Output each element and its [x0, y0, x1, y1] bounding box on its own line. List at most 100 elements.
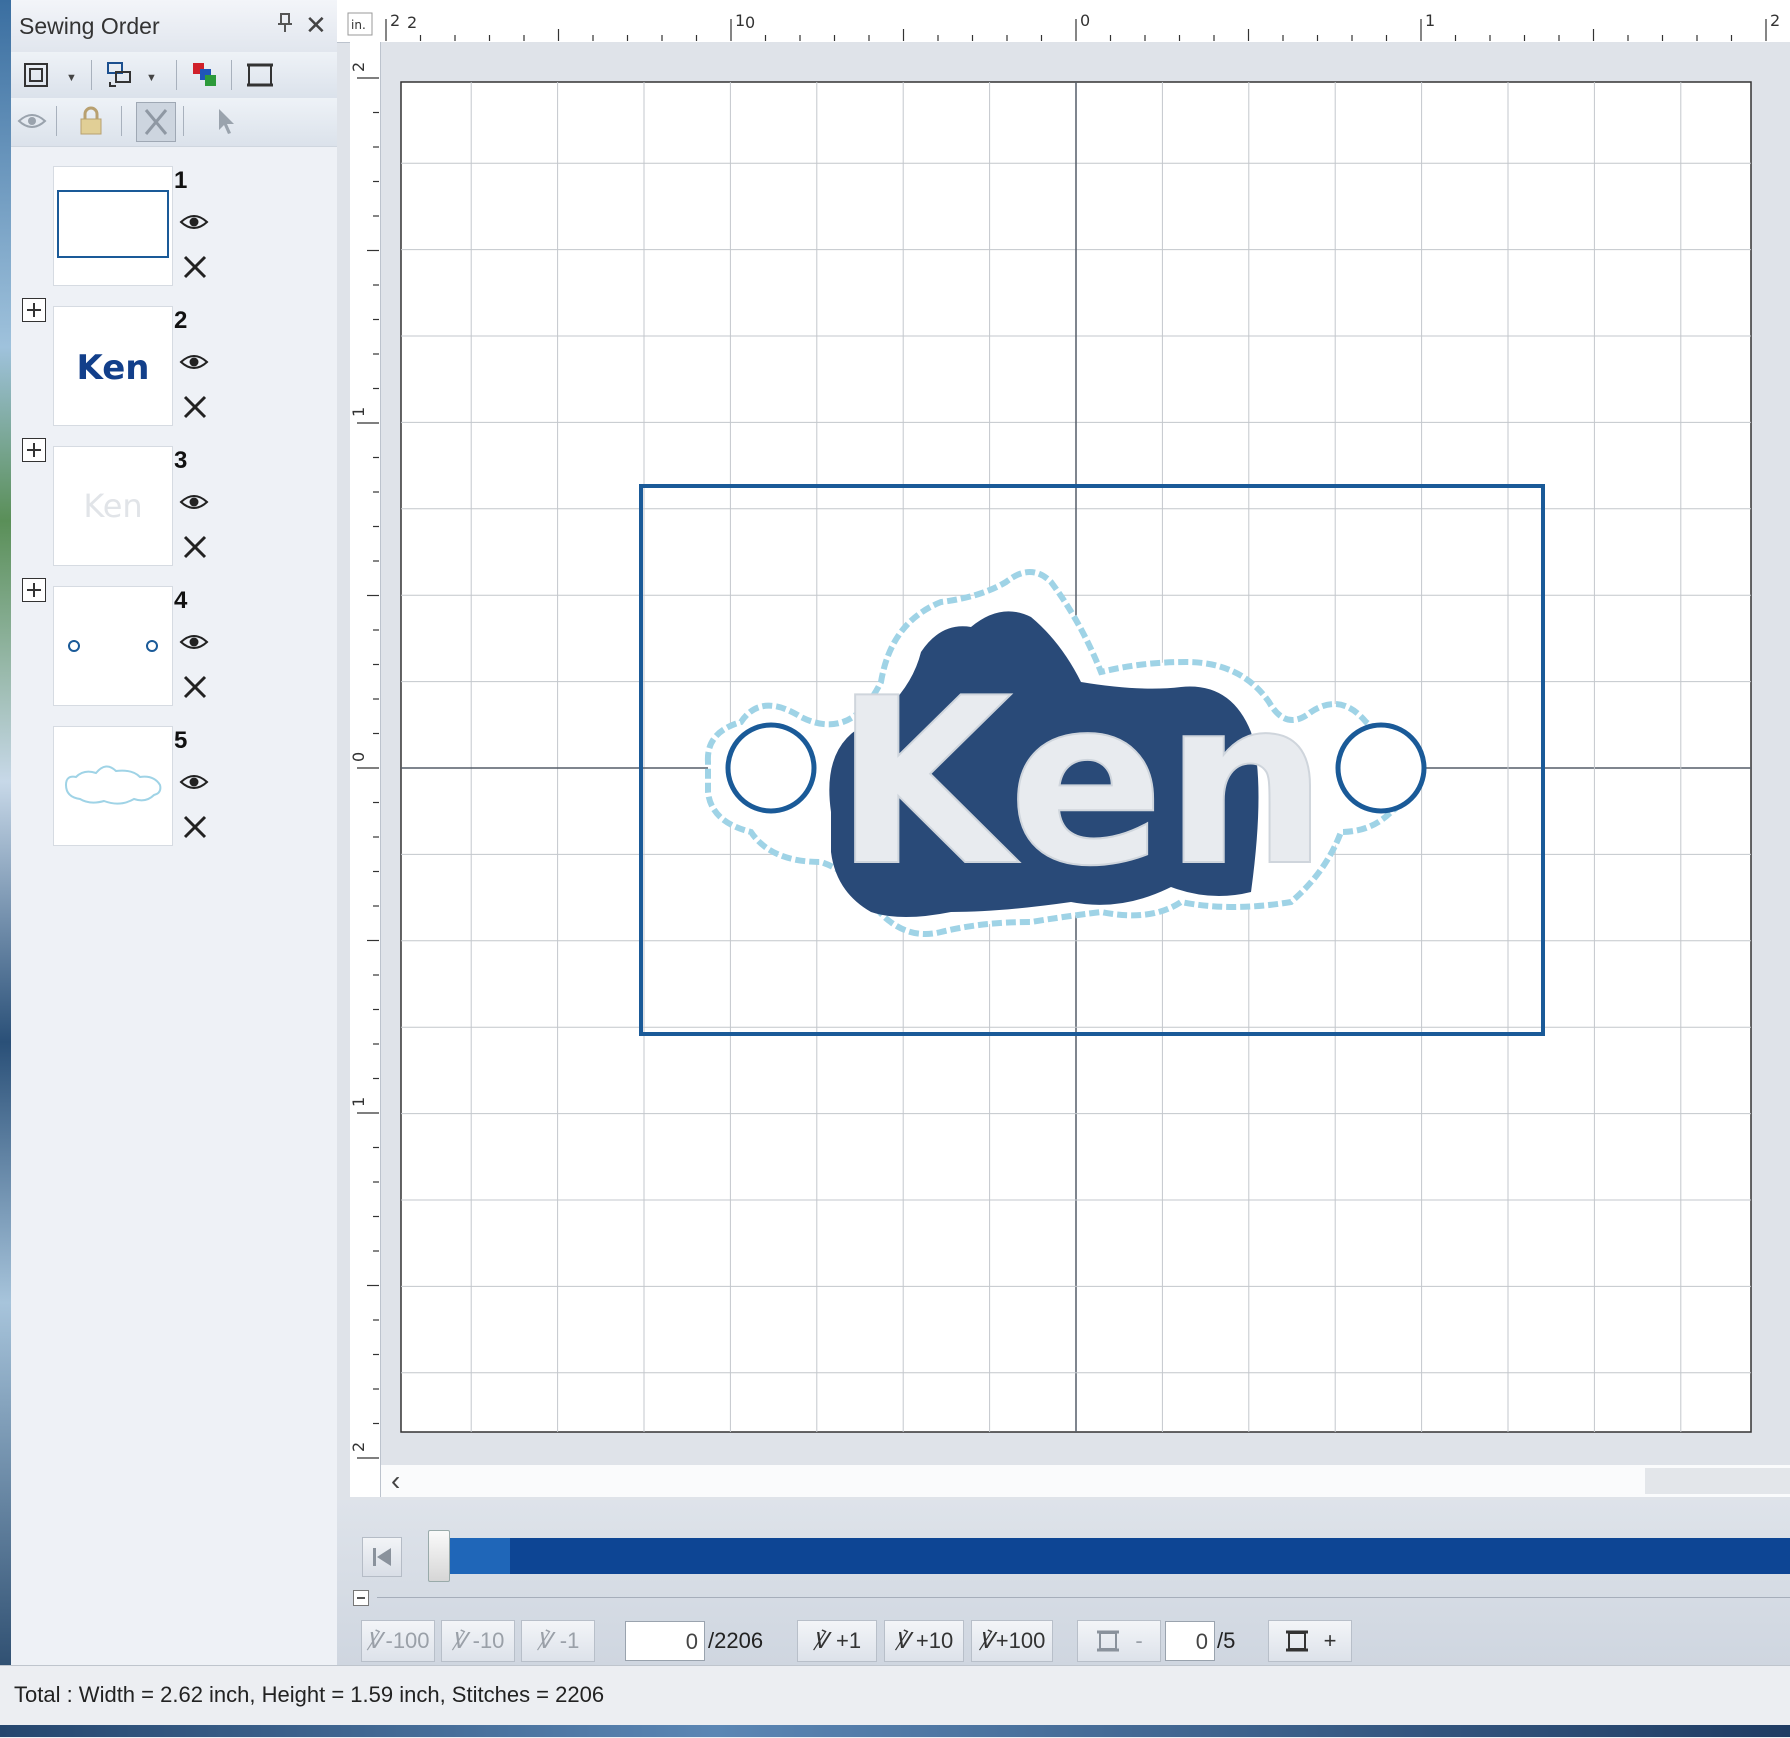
eye-icon[interactable]: [179, 492, 209, 517]
spool-icon: [1285, 1630, 1308, 1652]
button-label: -1: [559, 1628, 580, 1653]
ruler-label: 1: [350, 407, 368, 417]
spool-icon: [1097, 1630, 1120, 1652]
pin-icon[interactable]: [276, 13, 294, 39]
forward-1-button[interactable]: ℣ +1: [797, 1620, 877, 1662]
scissors-icon[interactable]: [182, 534, 208, 565]
panel-title: Sewing Order: [19, 13, 160, 39]
expand-button[interactable]: [22, 578, 46, 602]
expand-button[interactable]: [22, 298, 46, 322]
color-blocks-icon: [193, 63, 216, 86]
button-label: +: [1323, 1628, 1337, 1653]
ruler-label: 0: [1080, 11, 1090, 30]
cursor-arrow-icon: [219, 109, 234, 134]
button-label: +10: [915, 1628, 954, 1653]
back-100-button[interactable]: ℣ -100: [361, 1620, 435, 1662]
sort-objects-icon: [107, 62, 131, 87]
back-10-button[interactable]: ℣ -10: [441, 1620, 515, 1662]
color-total: /5: [1217, 1628, 1236, 1653]
button-label: -100: [385, 1628, 430, 1653]
frame-button[interactable]: [243, 58, 277, 92]
scissors-icon[interactable]: [182, 254, 208, 285]
sort-button[interactable]: [103, 58, 137, 92]
scissors-icon[interactable]: [182, 394, 208, 425]
next-color-button[interactable]: +: [1268, 1620, 1352, 1662]
jump-stitch-button[interactable]: [136, 102, 176, 142]
lock-icon: [80, 106, 102, 135]
goto-start-button[interactable]: [362, 1537, 402, 1577]
needle-icon: ℣: [451, 1628, 467, 1653]
select-button[interactable]: [209, 104, 243, 138]
chevron-down-icon[interactable]: ▼: [146, 72, 157, 84]
sewing-order-list: 1 Ken 2 Ken 3 4 5: [11, 150, 337, 870]
needle-icon: ℣: [536, 1628, 552, 1653]
taskbar-strip: [0, 1725, 1790, 1737]
color-number-field[interactable]: 0: [1165, 1621, 1215, 1661]
back-1-button[interactable]: ℣ -1: [521, 1620, 595, 1662]
button-label: -: [1135, 1628, 1143, 1653]
horizontal-scrollbar[interactable]: ‹: [381, 1465, 1790, 1497]
ruler-label: 1: [1425, 11, 1435, 30]
forward-10-button[interactable]: ℣ +10: [884, 1620, 964, 1662]
chevron-down-icon[interactable]: ▼: [66, 72, 77, 84]
eye-icon[interactable]: [179, 352, 209, 377]
thumbnail: [53, 586, 173, 706]
item-number: 1: [174, 167, 188, 194]
design-canvas[interactable]: Ken: [381, 42, 1790, 1497]
eye-icon[interactable]: [179, 212, 209, 237]
vertical-ruler: 2 1 0 1 2: [349, 42, 381, 1497]
toolbar-divider: [56, 106, 57, 136]
stitch-number-field[interactable]: 0: [625, 1621, 705, 1661]
show-hide-button[interactable]: [15, 104, 49, 138]
desktop-background-strip: [0, 0, 11, 1737]
forward-100-button[interactable]: ℣ +100: [971, 1620, 1053, 1662]
scroll-left-icon[interactable]: ‹: [391, 1465, 400, 1497]
thumbnail: Ken: [53, 446, 173, 566]
expand-button[interactable]: [22, 438, 46, 462]
needle-icon: ℣: [812, 1628, 828, 1653]
color-sort-button[interactable]: [187, 58, 221, 92]
frame-icon: [247, 63, 273, 87]
list-item[interactable]: 1: [11, 150, 337, 290]
button-label: +1: [835, 1628, 862, 1653]
list-item[interactable]: Ken 2: [11, 290, 337, 430]
design-summary: Total : Width = 2.62 inch, Height = 1.59…: [14, 1682, 605, 1707]
needle-icon: ℣: [978, 1628, 994, 1653]
collapse-button[interactable]: [353, 1590, 369, 1606]
ruler-label: 1: [350, 1097, 368, 1107]
ruler-label: 1: [735, 11, 745, 30]
progress-fill: [445, 1538, 510, 1574]
divider: [377, 1597, 1790, 1598]
eye-icon[interactable]: [179, 632, 209, 657]
ruler-label: 2: [407, 13, 417, 32]
stitch-total: /2206: [708, 1628, 764, 1653]
list-item[interactable]: Ken 3: [11, 430, 337, 570]
ruler-label: 2: [350, 62, 368, 72]
ruler-label: 2: [350, 1442, 368, 1452]
svg-text:Ken: Ken: [76, 348, 149, 388]
horizontal-ruler: in. 21012 0 2: [337, 0, 1790, 43]
ruler-label: 2: [390, 11, 400, 30]
sewing-order-panel: Sewing Order ✕ ▼ ▼ 1 Ken 2 Ken 3 4 5: [11, 0, 338, 1665]
eye-icon[interactable]: [179, 772, 209, 797]
thumbnail: Ken: [53, 306, 173, 426]
list-item[interactable]: 5: [11, 710, 337, 850]
stitch-progress-bar[interactable]: [445, 1538, 1790, 1574]
ruler-label: 0: [745, 13, 755, 32]
close-panel-button[interactable]: ✕: [305, 10, 327, 41]
scissors-icon[interactable]: [182, 674, 208, 705]
zoom-fit-button[interactable]: [19, 58, 53, 92]
skip-start-icon: [373, 1548, 391, 1566]
needle-icon: ℣: [894, 1628, 910, 1653]
toolbar-divider: [91, 60, 92, 90]
scissors-icon[interactable]: [182, 814, 208, 845]
prev-color-button[interactable]: -: [1077, 1620, 1161, 1662]
list-item[interactable]: 4: [11, 570, 337, 710]
progress-slider-handle[interactable]: [428, 1530, 450, 1582]
panel-title-bar: Sewing Order ✕: [11, 0, 337, 53]
lock-button[interactable]: [74, 104, 108, 138]
design-view: in. 21012 0 2 21012 Ken ‹ ℣ -100 ℣ -10 ℣…: [337, 0, 1790, 1665]
ruler-label: 0: [350, 752, 368, 762]
scroll-thumb[interactable]: [1645, 1468, 1790, 1494]
ruler-unit: in.: [351, 18, 366, 32]
